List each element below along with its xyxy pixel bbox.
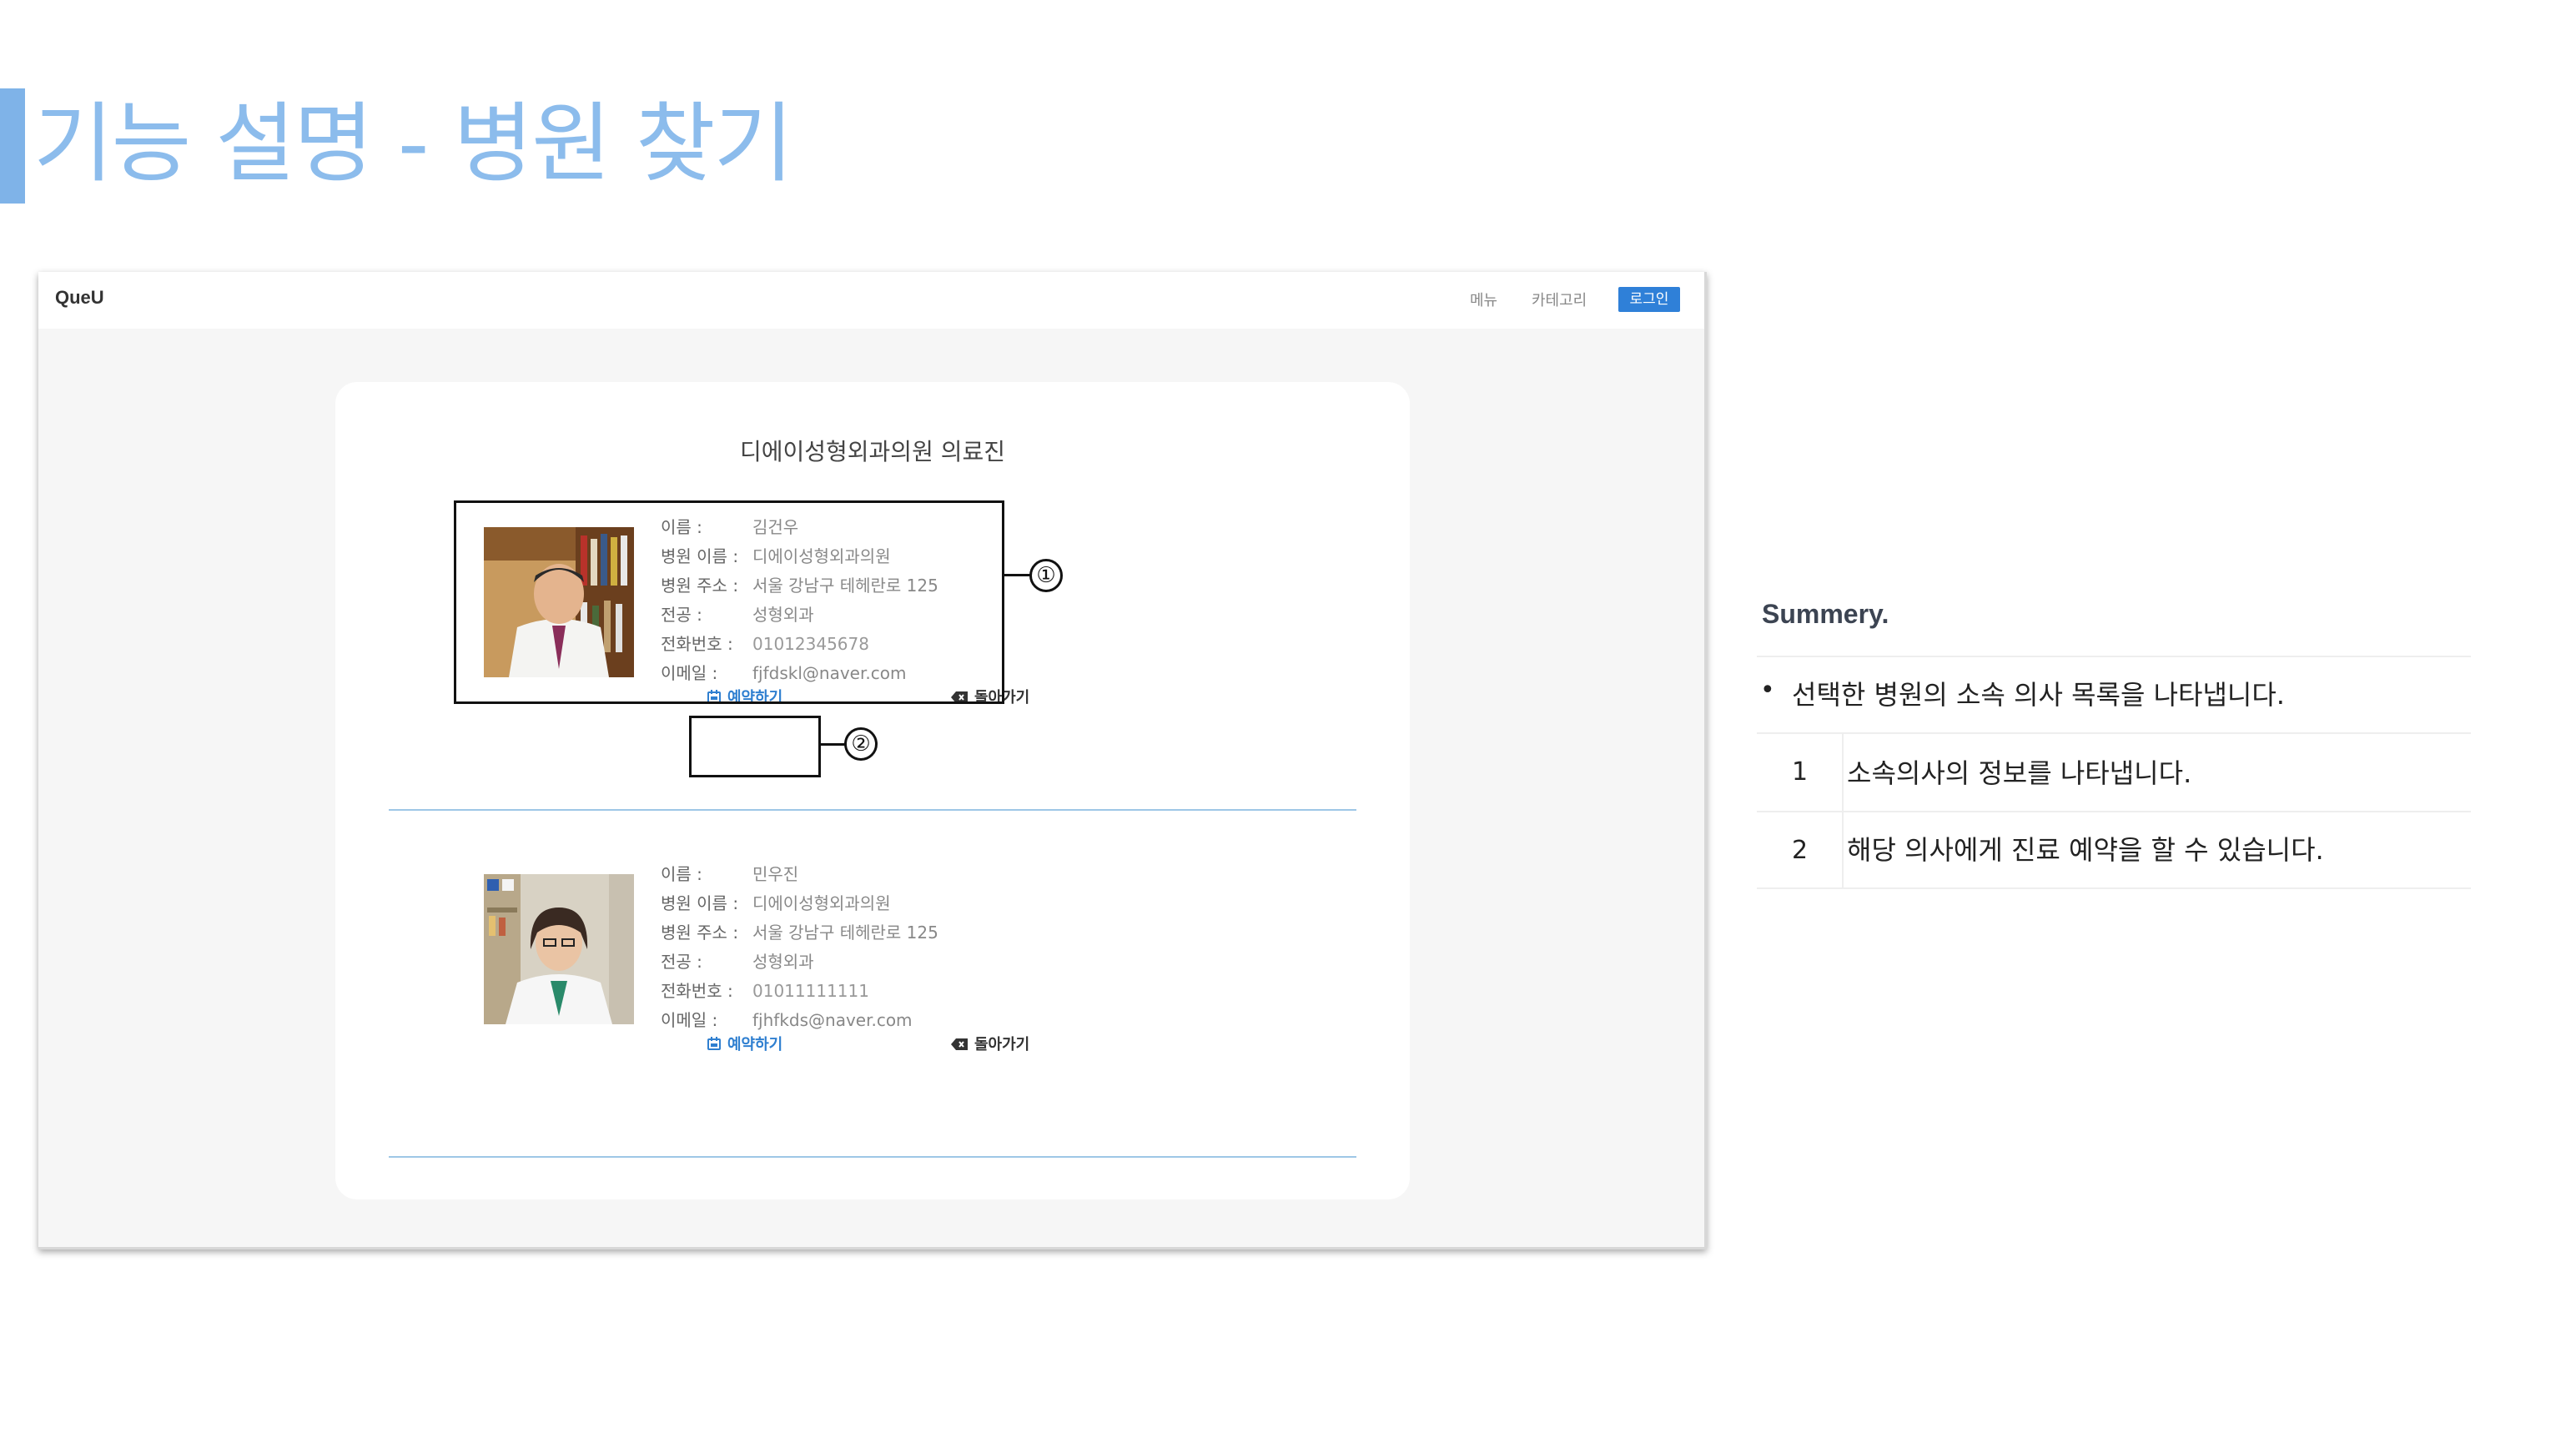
doctor-info: 이름 : 민우진 병원 이름 : 디에이성형외과의원 병원 주소 : 서울 강남구 테…	[661, 860, 938, 1035]
login-button[interactable]: 로그인	[1618, 287, 1680, 312]
phone-label: 전화번호 :	[661, 981, 733, 1001]
navbar: QueU 메뉴 카테고리 로그인	[38, 272, 1704, 329]
callout-line	[819, 743, 846, 746]
backspace-icon	[951, 1037, 968, 1054]
summary-item-number: 2	[1792, 836, 1809, 865]
summary-item-text: 해당 의사에게 진료 예약을 할 수 있습니다.	[1847, 834, 2324, 866]
slide-title: 기능 설명 - 병원 찾기	[33, 93, 793, 194]
summary-divider	[1757, 732, 2471, 734]
summary-column-divider	[1842, 732, 1844, 889]
highlight-reserve-button	[689, 716, 821, 777]
summary-divider	[1757, 811, 2471, 812]
hospital-name: 디에이성형외과의원	[752, 893, 891, 913]
doctor-name: 민우진	[752, 864, 799, 884]
reserve-button[interactable]: 예약하기	[707, 1033, 782, 1054]
page-title: 디에이성형외과의원 의료진	[739, 438, 1006, 465]
callout-number-1: ①	[1029, 559, 1063, 592]
divider	[389, 1156, 1356, 1158]
hospital-label: 병원 이름 :	[661, 893, 739, 913]
highlight-doctor-info	[454, 500, 1004, 704]
back-label: 돌아가기	[974, 1036, 1030, 1053]
summary-item-number: 1	[1792, 757, 1809, 787]
doctor-phone: 01011111111	[752, 981, 869, 1001]
name-label: 이름 :	[661, 864, 702, 884]
summary-title: Summery.	[1762, 599, 1889, 629]
reserve-label: 예약하기	[727, 1036, 783, 1053]
email-label: 이메일 :	[661, 1010, 718, 1030]
doctor-major: 성형외과	[752, 952, 814, 972]
calendar-icon	[707, 1036, 721, 1054]
nav-menu-link[interactable]: 메뉴	[1470, 289, 1497, 310]
summary-divider	[1757, 656, 2471, 657]
summary-divider	[1757, 887, 2471, 889]
divider	[389, 809, 1356, 811]
summary-bullet-text: 선택한 병원의 소속 의사 목록을 나타냅니다.	[1792, 679, 2285, 711]
doctor-photo	[484, 874, 634, 1024]
doctor-email: fjhfkds@naver.com	[752, 1010, 913, 1030]
brand-logo[interactable]: QueU	[55, 287, 104, 309]
back-button[interactable]: 돌아가기	[951, 1033, 1029, 1054]
title-accent-bar	[0, 88, 25, 204]
address-label: 병원 주소 :	[661, 923, 739, 943]
app-screenshot: QueU 메뉴 카테고리 로그인 디에이성형외과의원 의료진 이름: 김건우 …	[38, 272, 1707, 1249]
bullet-icon: •	[1760, 676, 1775, 705]
summary-item-text: 소속의사의 정보를 나타냅니다.	[1847, 757, 2192, 789]
callout-number-2: ②	[844, 727, 878, 761]
callout-line	[1003, 574, 1031, 576]
major-label: 전공 :	[661, 952, 702, 972]
nav-category-link[interactable]: 카테고리	[1532, 289, 1587, 310]
hospital-address: 서울 강남구 테헤란로 125	[752, 923, 938, 943]
